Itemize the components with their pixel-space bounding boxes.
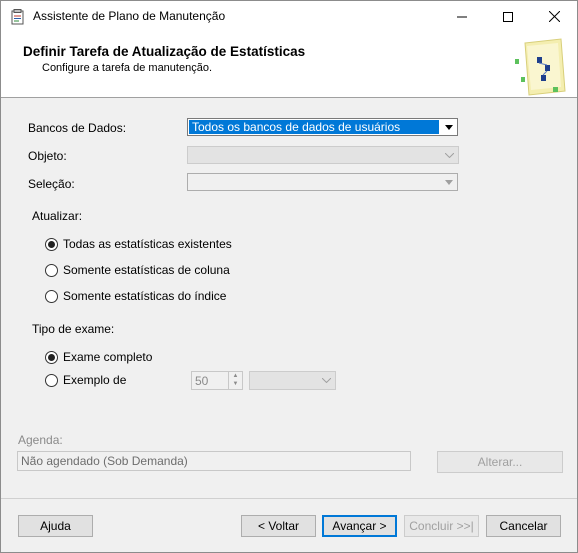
databases-value: Todos os bancos de dados de usuários	[189, 120, 439, 134]
help-button[interactable]: Ajuda	[18, 515, 93, 537]
dropdown-arrow-icon	[441, 120, 456, 134]
radio-index-statistics[interactable]: Somente estatísticas do índice	[45, 289, 226, 303]
sample-value: 50	[195, 374, 209, 388]
radio-button	[45, 263, 58, 277]
page-title: Definir Tarefa de Atualização de Estatís…	[23, 44, 306, 59]
radio-button	[45, 373, 58, 387]
selection-dropdown[interactable]	[187, 173, 458, 191]
object-dropdown[interactable]	[187, 146, 459, 164]
radio-all-statistics[interactable]: Todas as estatísticas existentes	[45, 237, 232, 251]
wizard-header: Definir Tarefa de Atualização de Estatís…	[1, 32, 577, 98]
page-subtitle: Configure a tarefa de manutenção.	[42, 62, 213, 74]
databases-label: Bancos de Dados:	[28, 121, 127, 135]
schedule-field: Não agendado (Sob Demanda)	[17, 451, 411, 471]
spinner-down-icon[interactable]: ▼	[229, 380, 242, 388]
cancel-button[interactable]: Cancelar	[486, 515, 561, 537]
radio-label: Todas as estatísticas existentes	[63, 237, 232, 251]
back-button[interactable]: < Voltar	[241, 515, 316, 537]
radio-button	[45, 289, 58, 303]
chevron-down-icon	[319, 373, 334, 387]
wizard-window: Assistente de Plano de Manutenção Defini…	[0, 0, 578, 553]
spinner-up-icon[interactable]: ▲	[229, 372, 242, 380]
next-button[interactable]: Avançar >	[322, 515, 397, 537]
title-bar[interactable]: Assistente de Plano de Manutenção	[1, 1, 577, 32]
maximize-button[interactable]	[485, 1, 531, 32]
close-icon	[548, 11, 560, 22]
databases-dropdown[interactable]: Todos os bancos de dados de usuários	[187, 118, 458, 136]
radio-label: Exame completo	[63, 350, 153, 364]
selection-label: Seleção:	[28, 177, 75, 191]
dropdown-arrow-icon	[441, 175, 456, 189]
object-label: Objeto:	[28, 149, 67, 163]
close-button[interactable]	[531, 1, 577, 32]
chevron-down-icon	[442, 148, 457, 162]
sample-unit-dropdown[interactable]	[249, 371, 336, 390]
radio-button-selected	[45, 350, 58, 364]
radio-full-scan[interactable]: Exame completo	[45, 350, 152, 364]
wizard-app-icon	[11, 9, 24, 25]
radio-sample[interactable]: Exemplo de	[45, 373, 126, 387]
maximize-icon	[503, 11, 513, 22]
radio-label: Somente estatísticas do índice	[63, 289, 227, 303]
radio-column-statistics[interactable]: Somente estatísticas de coluna	[45, 263, 230, 277]
sample-spinner[interactable]: 50 ▲ ▼	[191, 371, 243, 390]
radio-label: Somente estatísticas de coluna	[63, 263, 230, 277]
minimize-icon	[457, 16, 467, 17]
scan-type-label: Tipo de exame:	[32, 322, 115, 336]
radio-button-selected	[45, 237, 58, 251]
update-label: Atualizar:	[32, 209, 83, 223]
minimize-button[interactable]	[439, 1, 485, 32]
footer-separator	[1, 498, 577, 499]
radio-label: Exemplo de	[63, 373, 127, 387]
schedule-label: Agenda:	[18, 433, 63, 447]
change-schedule-button[interactable]: Alterar...	[437, 451, 563, 473]
maintenance-plan-illustration	[515, 38, 566, 96]
finish-button[interactable]: Concluir >>|	[404, 515, 479, 537]
window-title: Assistente de Plano de Manutenção	[33, 9, 226, 23]
